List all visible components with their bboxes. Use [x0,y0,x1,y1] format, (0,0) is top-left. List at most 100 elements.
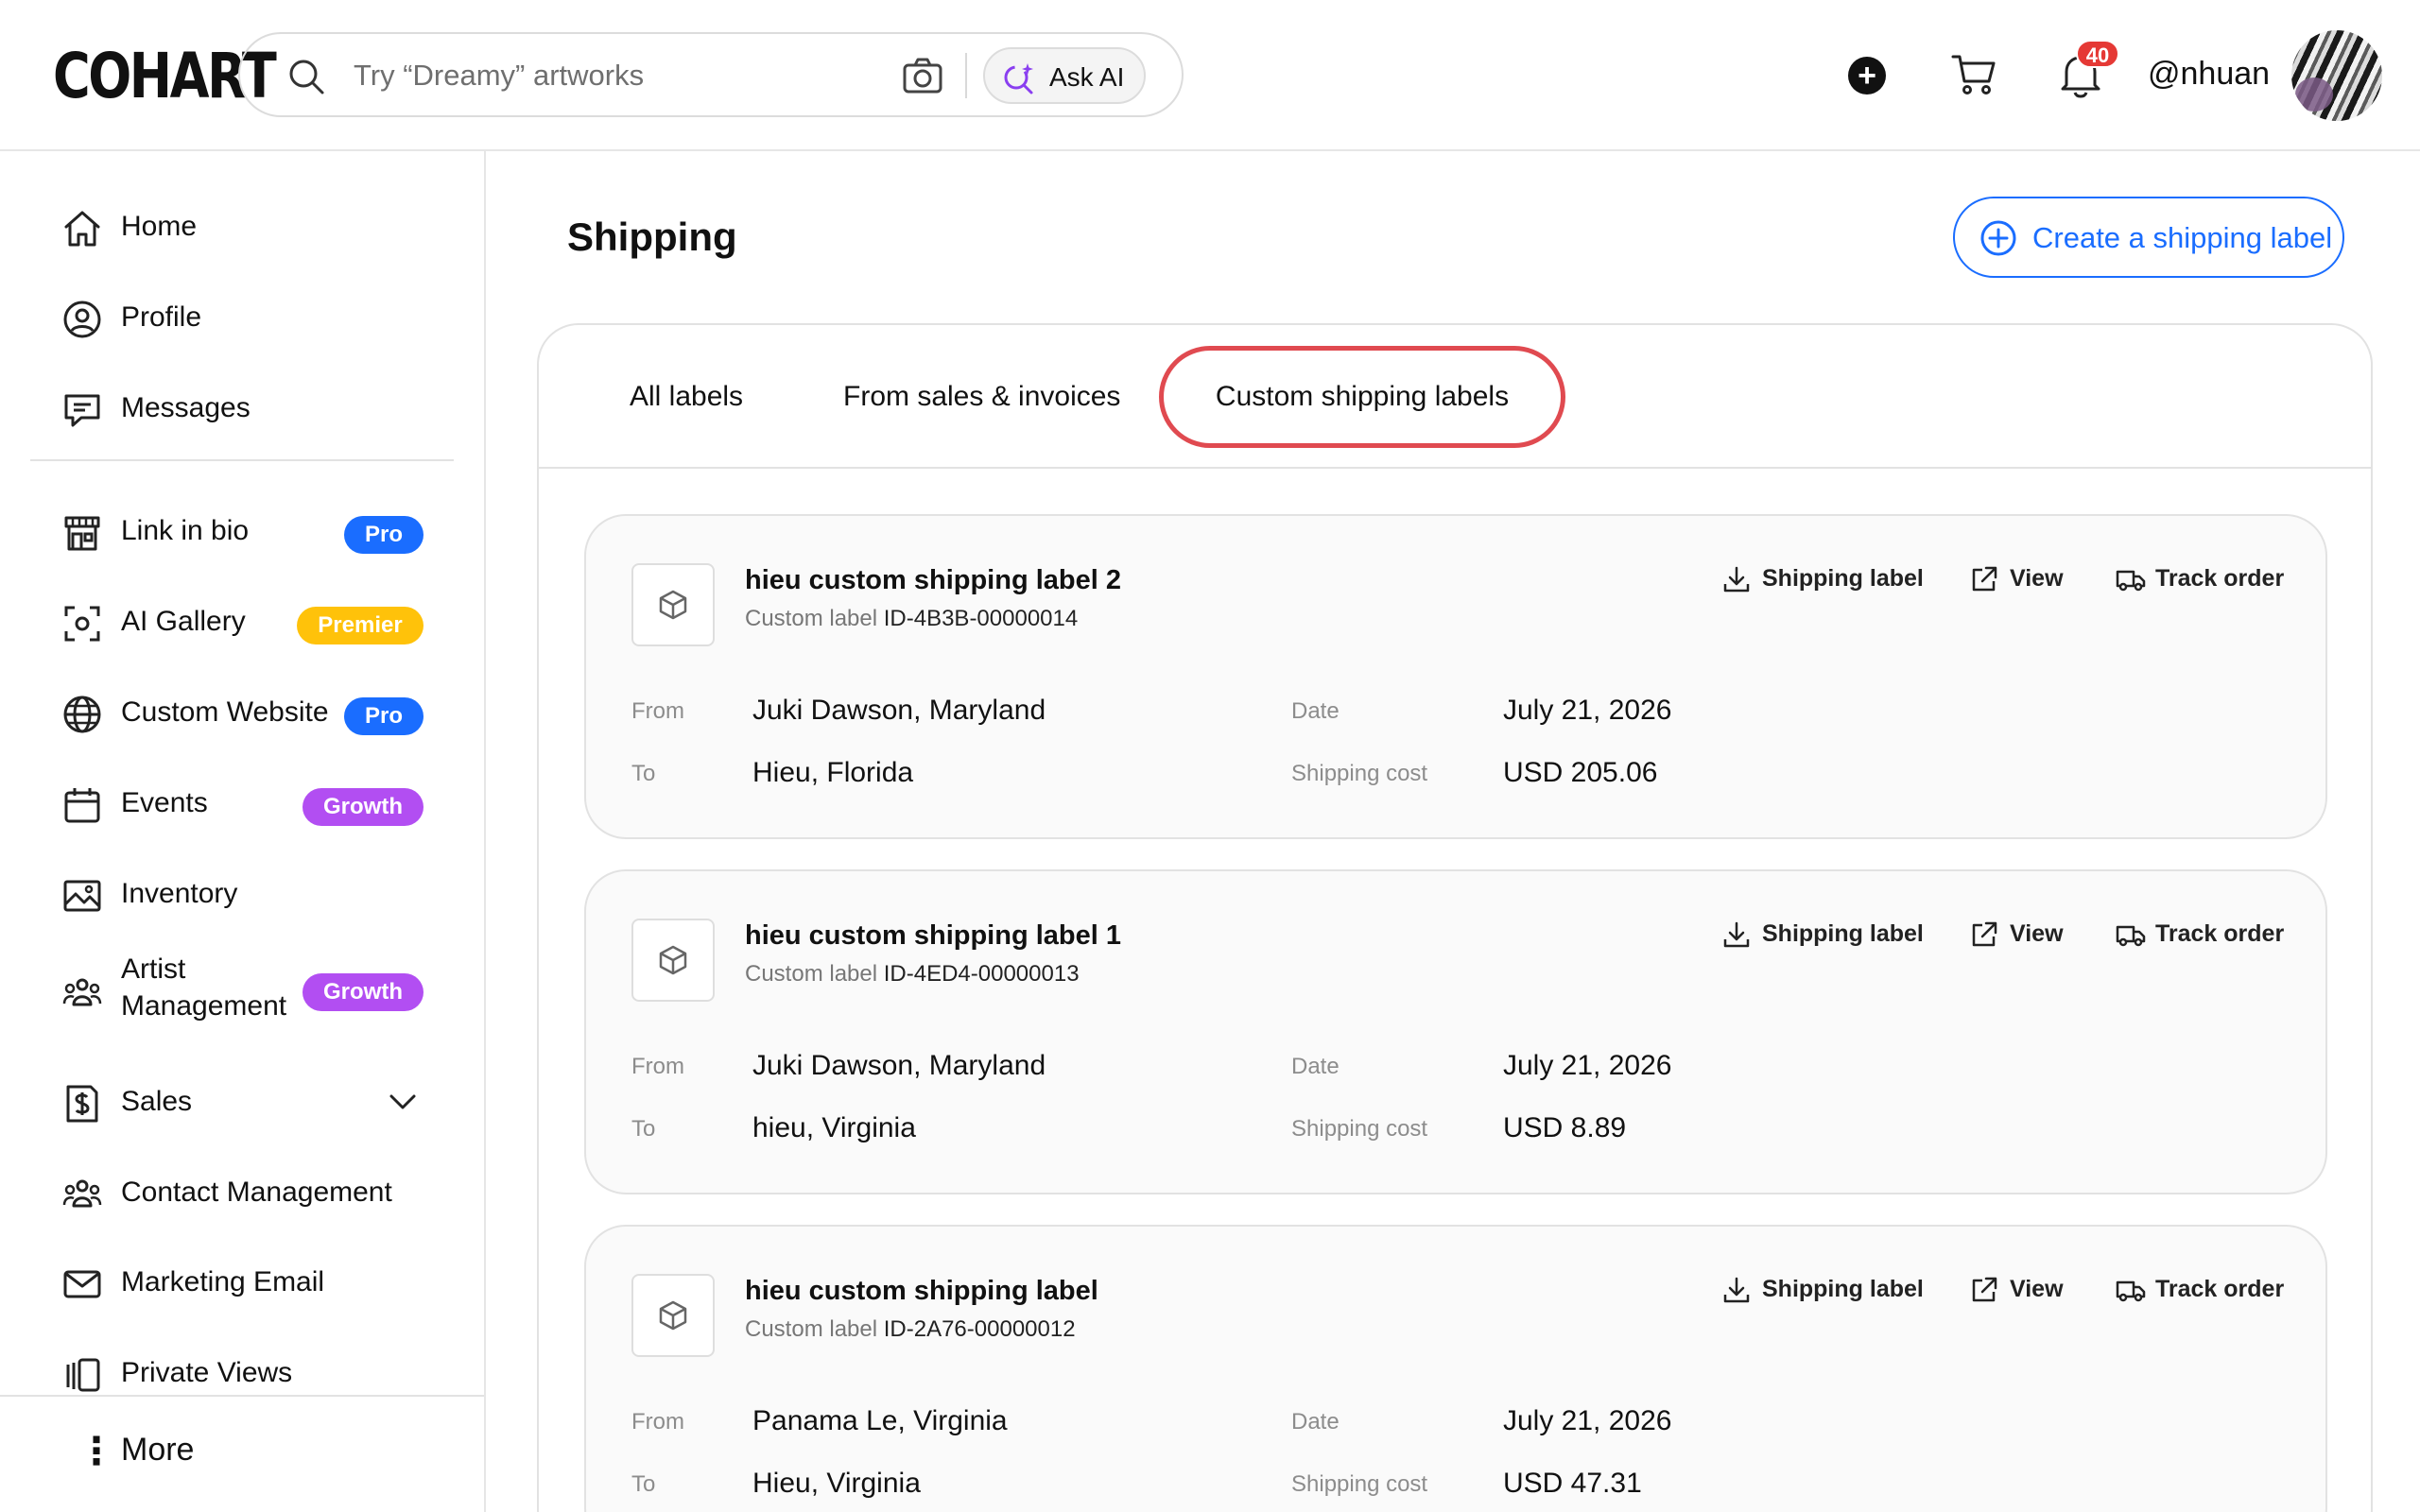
tab-custom-shipping-labels[interactable]: Custom shipping labels [1159,346,1565,448]
growth-badge: Growth [302,788,424,826]
username[interactable]: @nhuan [2148,55,2270,93]
from-value: Panama Le, Virginia [752,1405,1008,1436]
action-label: View [2010,1276,2064,1302]
sidebar-item-label: Events [121,787,208,818]
cart-icon[interactable] [1951,53,1996,96]
gallery-icon [66,1358,100,1392]
camera-icon[interactable] [902,55,943,96]
label-name: hieu custom shipping label 2 [745,565,1121,595]
download-icon [1723,1277,1750,1303]
image-icon [63,880,101,912]
tab-from-sales-invoices[interactable]: From sales & invoices [843,370,1120,423]
from-value: Juki Dawson, Maryland [752,1050,1046,1081]
from-label: From [631,1409,684,1435]
action-label: Shipping label [1762,565,1924,592]
to-value: Hieu, Virginia [752,1468,921,1499]
search-divider [965,53,967,98]
sidebar-item-events[interactable]: Events Growth [0,769,484,835]
label-type: Custom label [745,1316,878,1342]
ask-ai-label: Ask AI [1049,62,1125,92]
pro-badge: Pro [344,516,424,554]
sidebar-more-button[interactable]: ⋮ More [0,1395,484,1512]
notification-badge: 40 [2076,40,2119,68]
sidebar-item-home[interactable]: Home [0,193,484,259]
sidebar-item-profile[interactable]: Profile [0,284,484,350]
sidebar-item-custom-website[interactable]: Custom Website Pro [0,679,484,745]
tab-all-labels[interactable]: All labels [630,370,743,423]
page-title: Shipping [567,215,737,259]
sidebar-item-label: Inventory [121,878,238,909]
chevron-down-icon[interactable] [388,1087,418,1117]
label-subtitle: Custom label ID-2A76-00000012 [745,1315,1076,1344]
date-label: Date [1291,1054,1340,1079]
package-icon [631,919,715,1002]
tab-label: Custom shipping labels [1215,381,1510,412]
sidebar-item-label: Messages [121,392,251,423]
top-header: COHART Try “Dreamy” artworks Ask AI + 40… [0,0,2420,151]
to-label: To [631,1471,656,1497]
external-link-icon [1972,1277,1997,1302]
storefront-icon [64,516,100,551]
add-icon[interactable]: + [1848,57,1886,94]
search-bar[interactable]: Try “Dreamy” artworks Ask AI [238,32,1184,117]
external-link-icon [1972,566,1997,592]
package-icon [631,1274,715,1357]
date-value: July 21, 2026 [1503,1050,1672,1081]
globe-icon [63,696,101,733]
shipping-label-card: hieu custom shipping label 1 Custom labe… [584,869,2327,1194]
sidebar-item-label: Home [121,211,198,242]
growth-badge: Growth [302,973,424,1011]
date-label: Date [1291,1409,1340,1435]
sidebar-item-contact-management[interactable]: Contact Management [0,1159,484,1225]
more-vertical-icon: ⋮ [78,1431,115,1472]
sidebar-item-ai-gallery[interactable]: AI Gallery Premier [0,588,484,654]
create-shipping-label-text: Create a shipping label [2032,221,2333,254]
sparkle-search-icon [1004,63,1033,94]
to-label: To [631,1116,656,1142]
label-type: Custom label [745,961,878,987]
from-value: Juki Dawson, Maryland [752,695,1046,726]
to-value: Hieu, Florida [752,757,914,788]
ask-ai-button[interactable]: Ask AI [983,47,1146,104]
sidebar-item-inventory[interactable]: Inventory [0,860,484,926]
shipping-label-card: hieu custom shipping label 2 Custom labe… [584,514,2327,839]
more-label: More [121,1432,195,1468]
label-id: ID-4ED4-00000013 [883,961,1080,987]
sidebar-item-link-in-bio[interactable]: Link in bio Pro [0,497,484,563]
action-label: Track order [2155,1276,2285,1302]
tab-bar: All labels From sales & invoices Custom … [539,325,2371,469]
sidebar-item-label-line1: Artist [121,954,186,985]
create-shipping-label-button[interactable]: Create a shipping label [1953,197,2344,278]
home-icon [64,211,100,247]
avatar[interactable] [2291,30,2382,121]
label-id: ID-4B3B-00000014 [883,606,1079,631]
sidebar-item-label: Custom Website [121,696,329,728]
truck-icon [2116,570,2146,592]
sidebar-item-label: AI Gallery [121,606,246,637]
sidebar: Home Profile Messages Link in bio Pro AI… [0,151,486,1512]
label-subtitle: Custom label ID-4ED4-00000013 [745,960,1080,988]
action-label: Track order [2155,920,2285,947]
contacts-icon [62,1179,102,1208]
sidebar-item-label-line2: Management [121,990,287,1022]
shipping-cost-value: USD 8.89 [1503,1112,1627,1143]
sidebar-item-label: Profile [121,301,202,333]
to-value: hieu, Virginia [752,1112,916,1143]
sidebar-item-messages[interactable]: Messages [0,374,484,440]
search-input[interactable]: Try “Dreamy” artworks [354,59,644,93]
download-icon [1723,566,1750,593]
sidebar-item-sales[interactable]: Sales [0,1068,484,1134]
action-label: Shipping label [1762,1276,1924,1302]
action-label: View [2010,565,2064,592]
download-icon [1723,921,1750,948]
to-label: To [631,761,656,786]
package-icon [631,563,715,646]
sidebar-item-artist-management[interactable]: Artist Management Growth [0,951,484,1034]
user-circle-icon [63,301,101,338]
sidebar-item-marketing-email[interactable]: Marketing Email [0,1248,484,1314]
action-label: Track order [2155,565,2285,592]
date-value: July 21, 2026 [1503,695,1672,726]
truck-icon [2116,1280,2146,1302]
sidebar-divider [30,459,454,461]
mail-icon [63,1270,101,1298]
